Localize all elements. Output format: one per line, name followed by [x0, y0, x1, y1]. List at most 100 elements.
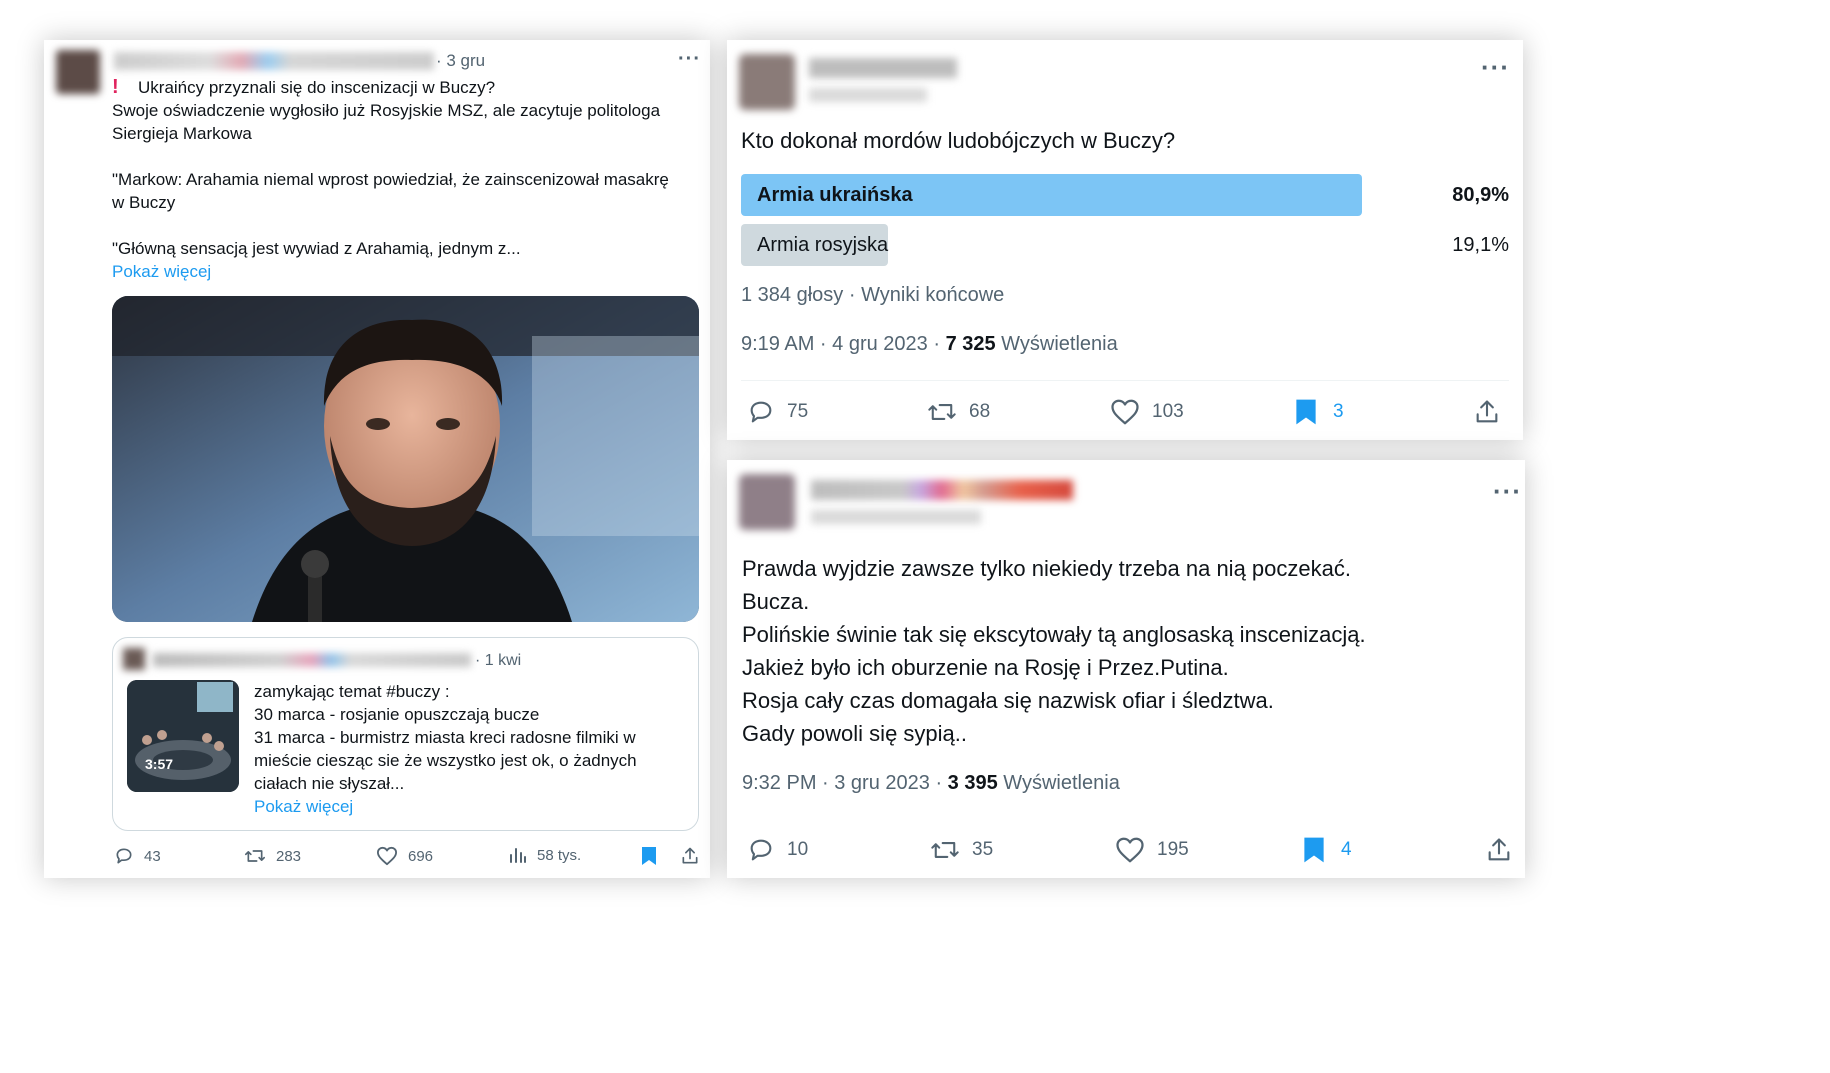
bookmark-button[interactable]: 3	[1295, 398, 1344, 426]
reply-count: 43	[144, 847, 161, 865]
views-button[interactable]: 58 tys.	[509, 846, 581, 864]
more-icon[interactable]: ···	[678, 48, 701, 71]
tweet-line-3: Siergieja Markowa	[112, 124, 252, 143]
tweet-timestamp[interactable]: 9:19 AM · 4 gru 2023 ·	[741, 333, 946, 355]
retweet-icon	[928, 404, 956, 420]
more-icon[interactable]: ···	[1481, 52, 1510, 83]
tweet-line-3: Polińskie świnie tak się ekscytowały tą …	[742, 622, 1366, 647]
bookmark-count: 4	[1341, 839, 1352, 860]
retweet-button[interactable]: 283	[244, 846, 301, 866]
alert-icon: !	[112, 76, 119, 98]
bookmark-button[interactable]: 4	[1303, 836, 1352, 864]
reply-icon	[750, 401, 772, 423]
retweet-icon	[244, 850, 265, 862]
poll-option-2-label: Armia rosyjska	[757, 234, 889, 256]
like-button[interactable]: 696	[376, 846, 433, 866]
retweet-button[interactable]: 68	[927, 398, 990, 426]
tweet-timestamp[interactable]: 9:32 PM · 3 gru 2023 ·	[742, 772, 948, 794]
like-icon	[1111, 399, 1139, 425]
reply-button[interactable]: 10	[747, 836, 808, 864]
retweet-count: 68	[969, 401, 991, 422]
tweet-text: ! Ukraińcy przyznali się do inscenizacji…	[112, 76, 702, 283]
bookmark-count: 3	[1333, 401, 1344, 422]
tweet-card-1: · 3 gru ··· ! Ukraińcy przyznali się do …	[44, 40, 710, 878]
quoted-author-redacted	[153, 653, 471, 667]
action-bar: 10 35 195 4	[727, 836, 1525, 870]
retweet-icon	[931, 842, 959, 858]
poll-meta: 1 384 głosy · Wyniki końcowe	[741, 284, 1005, 306]
quoted-text: zamykając temat #buczy : 30 marca - rosj…	[254, 680, 684, 818]
tweet-line-4: Jakież było ich oburzenie na Rosję i Prz…	[742, 655, 1229, 680]
like-button[interactable]: 195	[1115, 836, 1189, 864]
views-label: Wyświetlenia	[997, 772, 1120, 794]
tweet-text: Prawda wyjdzie zawsze tylko niekiedy trz…	[742, 552, 1512, 750]
share-icon	[1488, 838, 1510, 861]
action-bar: 75 68 103 3	[727, 396, 1523, 430]
reply-icon	[750, 839, 772, 861]
retweet-button[interactable]: 35	[930, 836, 993, 864]
quoted-line-1: zamykając temat #buczy :	[254, 682, 450, 701]
quoted-show-more-link[interactable]: Pokaż więcej	[254, 795, 684, 818]
divider	[741, 380, 1509, 381]
views-icon	[510, 848, 526, 863]
author-handle-redacted[interactable]	[811, 510, 981, 524]
retweet-count: 35	[972, 839, 994, 860]
share-button[interactable]	[680, 846, 700, 866]
bookmark-icon	[1304, 837, 1324, 863]
show-more-link[interactable]: Pokaż więcej	[112, 260, 702, 283]
like-icon	[1116, 837, 1144, 863]
share-icon	[1476, 400, 1498, 423]
poll-option-2: Armia rosyjska 19,1%	[741, 224, 1509, 266]
tweet-line-2: Bucza.	[742, 589, 810, 614]
portrait-image	[112, 296, 699, 622]
bookmark-icon	[642, 847, 656, 865]
quoted-avatar	[123, 648, 145, 670]
quoted-line-2: 30 marca - rosjanie opuszczają bucze	[254, 705, 540, 724]
avatar[interactable]	[739, 54, 795, 110]
reply-button[interactable]: 75	[747, 398, 808, 426]
bookmark-button[interactable]	[641, 846, 657, 866]
quoted-line-3: 31 marca - burmistrz miasta kreci radosn…	[254, 728, 636, 747]
action-bar: 43 283 696 58 tys.	[44, 840, 710, 872]
reply-count: 75	[787, 401, 809, 422]
share-button[interactable]	[1485, 836, 1513, 864]
tweet-line-6: Gady powoli się sypią..	[742, 721, 967, 746]
tweet-timestamp-row: 9:32 PM · 3 gru 2023 · 3 395 Wyświetleni…	[742, 772, 1120, 795]
avatar[interactable]	[56, 50, 100, 94]
avatar[interactable]	[739, 474, 795, 530]
like-icon	[376, 846, 397, 866]
video-duration: 3:57	[145, 756, 174, 772]
views-count: 58 tys.	[537, 846, 582, 864]
like-count: 103	[1152, 401, 1184, 422]
tweet-line-5: Rosja cały czas domagała się nazwisk ofi…	[742, 688, 1274, 713]
quoted-video-thumbnail[interactable]: 3:57	[127, 680, 239, 792]
like-count: 195	[1157, 839, 1189, 860]
tweet-line-2: Swoje oświadczenie wygłosiło już Rosyjsk…	[112, 101, 661, 120]
quoted-tweet[interactable]: · 1 kwi 3:57 zamykając temat #buczy : 30…	[112, 637, 699, 831]
poll-option-2-percent: 19,1%	[1452, 234, 1509, 256]
share-icon	[682, 847, 698, 864]
tweet-card-3: ··· Prawda wyjdzie zawsze tylko niekiedy…	[727, 460, 1525, 878]
poll-option-1-percent: 80,9%	[1452, 184, 1509, 206]
reply-count: 10	[787, 839, 809, 860]
tweet-line-1: Prawda wyjdzie zawsze tylko niekiedy trz…	[742, 556, 1351, 581]
tweet-timestamp-row: 9:19 AM · 4 gru 2023 · 7 325 Wyświetleni…	[741, 333, 1118, 356]
tweet-photo[interactable]	[112, 296, 699, 622]
author-name-redacted[interactable]	[809, 58, 957, 78]
tweet-card-2: ··· Kto dokonał mordów ludobójczych w Bu…	[727, 40, 1523, 440]
quoted-time: · 1 kwi	[475, 652, 522, 669]
poll-question: Kto dokonał mordów ludobójczych w Buczy?	[741, 128, 1176, 153]
poll: Armia ukraińska 80,9% Armia rosyjska 19,…	[741, 174, 1509, 266]
more-icon[interactable]: ···	[1493, 476, 1522, 507]
author-name-redacted[interactable]	[114, 52, 434, 70]
author-handle-redacted[interactable]	[809, 88, 927, 102]
bookmark-icon	[1296, 399, 1316, 425]
share-button[interactable]	[1473, 398, 1501, 426]
like-count: 696	[408, 847, 434, 865]
like-button[interactable]: 103	[1110, 398, 1184, 426]
tweet-time[interactable]: · 3 gru	[436, 51, 485, 71]
views-label: Wyświetlenia	[995, 333, 1118, 355]
reply-button[interactable]: 43	[114, 846, 161, 866]
author-name-redacted[interactable]	[811, 480, 1073, 500]
views-count: 7 325	[945, 333, 996, 355]
